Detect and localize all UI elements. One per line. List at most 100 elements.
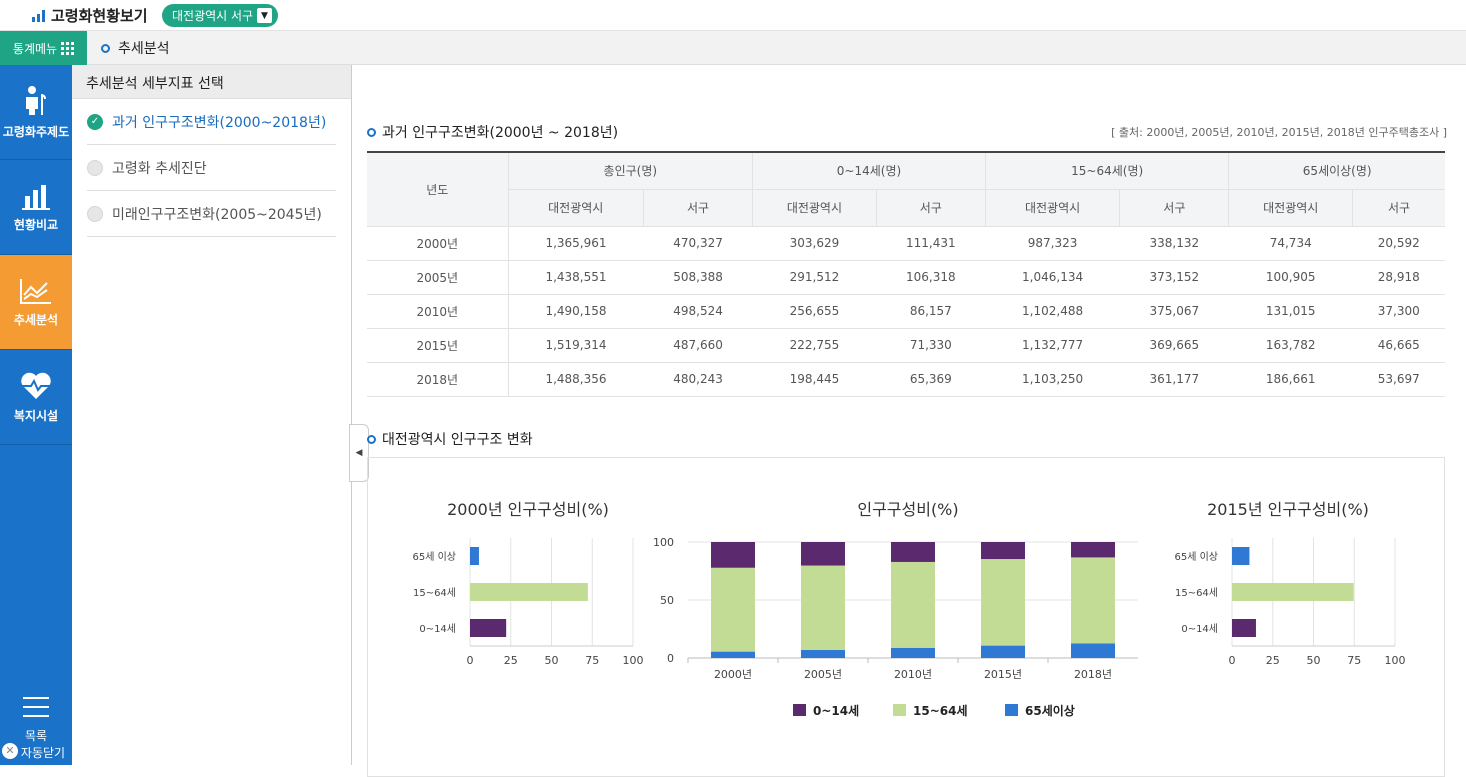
sub-header: 서구	[1119, 189, 1230, 227]
hbar-chart-2015: 0 25 50 75 100 65세 이상 15~64세 0~14세	[1174, 538, 1406, 667]
bar	[1232, 547, 1250, 565]
bar	[1232, 583, 1354, 601]
table-row: 2015년 1,519,314 487,660 222,755 71,330 1,132,…	[367, 328, 1445, 363]
bar-segment	[1071, 542, 1115, 558]
hamburger-icon[interactable]	[23, 697, 49, 717]
chart-section-title: 대전광역시 인구구조 변화	[367, 429, 533, 449]
category-label: 15~64세	[1175, 587, 1218, 599]
elderly-icon	[26, 85, 46, 115]
sub-bar: 통계메뉴 추세분석	[0, 30, 1466, 65]
region-select-value: 대전광역시 서구	[172, 9, 254, 23]
category-label: 65세 이상	[412, 551, 456, 563]
value-cell: 1,438,551	[508, 260, 644, 295]
bar-segment	[981, 645, 1025, 658]
value-cell: 508,388	[643, 260, 753, 295]
close-icon[interactable]: ✕	[2, 743, 18, 759]
group-header: 15~64세(명)	[985, 151, 1230, 190]
bar-segment	[1071, 557, 1115, 644]
sidebar-item-label: 복지시설	[13, 408, 59, 423]
legend-label: 0~14세	[813, 703, 859, 718]
bar	[470, 583, 588, 601]
indicator-item-aging-trend[interactable]: 고령화 추세진단	[87, 145, 336, 191]
sidebar-footer[interactable]: 목록 자동닫기 ✕	[0, 697, 72, 761]
radio-icon	[87, 205, 103, 222]
value-cell: 46,665	[1352, 328, 1445, 363]
table-section-title-text: 과거 인구구조변화(2000년 ~ 2018년)	[382, 125, 619, 141]
year-cell: 2000년	[367, 226, 509, 261]
year-header: 년도	[367, 151, 509, 227]
bar	[470, 547, 479, 565]
stacked-bar-chart: 0 50 100 2000년 2005년 2010년 2015년 2018년 0~14세 15~6…	[653, 536, 1138, 718]
value-cell: 1,365,961	[508, 226, 644, 261]
value-cell: 480,243	[643, 362, 753, 397]
sub-header: 서구	[876, 189, 986, 227]
value-cell: 369,665	[1119, 328, 1229, 363]
stats-menu-label: 통계메뉴	[12, 41, 58, 56]
x-tick-label: 50	[1307, 654, 1321, 667]
bar-chart-icon	[32, 9, 45, 22]
value-cell: 470,327	[643, 226, 753, 261]
chart-section-title-text: 대전광역시 인구구조 변화	[382, 432, 533, 448]
value-cell: 361,177	[1119, 362, 1229, 397]
collapse-panel-button[interactable]: ◀	[349, 424, 369, 482]
x-tick-label: 100	[1385, 654, 1406, 667]
legend-swatch	[793, 704, 806, 716]
sub-header: 대전광역시	[508, 189, 644, 227]
grid-menu-icon	[61, 41, 75, 55]
trend-chart-icon	[20, 278, 51, 304]
x-tick-label: 2015년	[984, 668, 1022, 681]
x-tick-label: 2010년	[894, 668, 932, 681]
bar-segment	[711, 567, 755, 652]
value-cell: 373,152	[1119, 260, 1229, 295]
x-tick-label: 2000년	[714, 668, 752, 681]
population-table: 년도 총인구(명) 0~14세(명) 15~64세(명) 65세이상(명) 대전…	[367, 151, 1445, 397]
year-cell: 2005년	[367, 260, 509, 295]
chart-title-2000: 2000년 인구구성비(%)	[447, 500, 609, 519]
category-label: 65세 이상	[1174, 551, 1218, 563]
sidebar: 고령화주제도 현황비교 추세분석 복지시설 목록 자동닫기 ✕	[0, 65, 72, 765]
value-cell: 1,132,777	[985, 328, 1120, 363]
table-row: 2018년 1,488,356 480,243 198,445 65,369 1,103,…	[367, 362, 1445, 397]
indicator-panel-title: 추세분석 세부지표 선택	[72, 65, 351, 99]
value-cell: 86,157	[876, 294, 986, 329]
value-cell: 74,734	[1228, 226, 1353, 261]
legend-swatch	[893, 704, 906, 716]
list-label: 목록	[24, 729, 48, 743]
region-select[interactable]: 대전광역시 서구 ▼	[162, 4, 278, 27]
x-tick-label: 50	[545, 654, 559, 667]
breadcrumb: 추세분석	[101, 38, 170, 58]
indicator-item-future-structure[interactable]: 미래인구구조변화(2005~2045년)	[87, 191, 336, 237]
sidebar-item-status-compare[interactable]: 현황비교	[0, 160, 72, 255]
category-label: 0~14세	[419, 623, 456, 635]
check-icon: ✓	[87, 113, 103, 130]
bar-segment	[981, 559, 1025, 646]
sidebar-item-aging-map[interactable]: 고령화주제도	[0, 65, 72, 160]
indicator-panel: 추세분석 세부지표 선택 ✓ 과거 인구구조변화(2000~2018년) 고령화…	[72, 65, 352, 765]
y-tick-label: 0	[667, 652, 674, 665]
year-cell: 2015년	[367, 328, 509, 363]
y-tick-label: 50	[660, 594, 674, 607]
category-label: 15~64세	[413, 587, 456, 599]
value-cell: 37,300	[1352, 294, 1445, 329]
indicator-item-past-structure[interactable]: ✓ 과거 인구구조변화(2000~2018년)	[87, 99, 336, 145]
bar-segment	[711, 651, 755, 658]
sidebar-item-trend-analysis[interactable]: 추세분석	[0, 255, 72, 350]
sidebar-item-label: 고령화주제도	[2, 124, 70, 139]
bullet-icon	[101, 43, 110, 53]
value-cell: 186,661	[1228, 362, 1353, 397]
bar-segment	[891, 561, 935, 648]
bar-segment	[981, 542, 1025, 560]
value-cell: 1,046,134	[985, 260, 1120, 295]
main-content: 과거 인구구조변화(2000년 ~ 2018년) [ 출처: 2000년, 20…	[367, 65, 1447, 777]
value-cell: 303,629	[752, 226, 877, 261]
stats-menu-button[interactable]: 통계메뉴	[0, 31, 87, 65]
table-row: 2005년 1,438,551 508,388 291,512 106,318 1,046…	[367, 260, 1445, 295]
sidebar-item-welfare[interactable]: 복지시설	[0, 350, 72, 445]
dropdown-arrow-icon[interactable]: ▼	[257, 8, 272, 23]
x-tick-label: 2018년	[1074, 668, 1112, 681]
chart-panel: 2000년 인구구성비(%) 인구구성비(%) 2015년 인구구성비(%) 0…	[367, 457, 1445, 777]
value-cell: 53,697	[1352, 362, 1445, 397]
legend-label: 65세이상	[1025, 703, 1075, 718]
chart-title-trend: 인구구성비(%)	[857, 500, 959, 519]
x-tick-label: 0	[1229, 654, 1236, 667]
